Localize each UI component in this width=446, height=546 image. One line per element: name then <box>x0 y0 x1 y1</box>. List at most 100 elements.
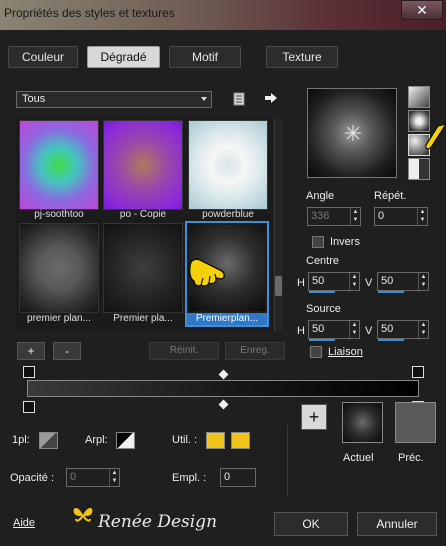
location-field[interactable]: 0 <box>220 468 256 487</box>
tab-texture[interactable]: Texture <box>266 46 338 68</box>
repeat-label: Répét. <box>374 190 407 202</box>
gradient-label: Premier pla... <box>113 313 173 324</box>
source-label: Source <box>306 303 341 315</box>
source-h-spinbox[interactable]: 50 ▲ ▼ <box>308 320 360 341</box>
spinner-arrows-icon[interactable]: ▲ ▼ <box>418 321 428 338</box>
source-v-label: V <box>365 325 373 337</box>
butterfly-icon <box>73 508 93 522</box>
center-label: Centre <box>306 255 340 267</box>
midpoint-diamond[interactable] <box>218 399 229 410</box>
gradient-thumb-premier-plan-1[interactable] <box>19 223 99 313</box>
ok-button[interactable]: OK <box>274 512 348 536</box>
cancel-button[interactable]: Annuler <box>357 512 437 536</box>
source-h-slider[interactable] <box>309 339 335 341</box>
first-plane-label: 1pl: <box>12 434 30 446</box>
title-bar: Propriétés des styles et textures <box>0 0 446 30</box>
current-swatch[interactable] <box>342 402 383 443</box>
angle-spinbox[interactable]: 336 ▲ ▼ <box>307 207 361 226</box>
center-v-slider[interactable] <box>378 291 404 293</box>
center-h-label: H <box>297 277 305 289</box>
center-v-value: 50 <box>381 275 394 287</box>
source-v-value: 50 <box>381 323 394 335</box>
gradient-label: pj-soothtoo <box>34 209 84 220</box>
gradient-label: po - Copie <box>119 209 167 220</box>
center-star-icon <box>345 125 361 141</box>
gradient-label-selected: Premierplan... <box>187 313 267 325</box>
add-to-swatches-button[interactable]: + <box>301 404 327 430</box>
save-button[interactable]: Enreg. <box>225 342 285 360</box>
center-h-spinbox[interactable]: 50 ▲ ▼ <box>308 272 360 293</box>
library-menu-icon[interactable] <box>233 92 245 106</box>
style-radial-button[interactable] <box>408 158 430 180</box>
style-linear-button[interactable] <box>408 86 430 108</box>
start-stop-top-marker[interactable] <box>23 366 35 378</box>
reset-button[interactable]: Réinit. <box>149 342 219 360</box>
source-h-value: 50 <box>312 323 325 335</box>
user-color-swatch-2[interactable] <box>231 432 250 449</box>
end-stop-top-marker[interactable] <box>412 366 424 378</box>
gradient-thumb-pj-soothtoo[interactable] <box>19 120 99 210</box>
spinner-arrows-icon[interactable]: ▲ ▼ <box>349 273 359 290</box>
library-scroll-thumb[interactable] <box>275 276 282 296</box>
spinner-arrows-icon[interactable]: ▲ ▼ <box>350 208 360 225</box>
previous-swatch[interactable] <box>395 402 436 443</box>
opacity-label: Opacité : <box>10 472 55 484</box>
source-h-label: H <box>297 325 305 337</box>
angle-value: 336 <box>311 210 330 222</box>
location-label: Empl. : <box>172 472 207 484</box>
add-gradient-button[interactable]: + <box>17 342 45 360</box>
invert-label: Invers <box>330 236 360 248</box>
spinner-arrows-icon[interactable]: ▲ ▼ <box>349 321 359 338</box>
chevron-down-icon <box>201 97 207 101</box>
start-stop-marker[interactable] <box>23 401 35 413</box>
gradient-label: powderblue <box>202 209 254 220</box>
background-swatch[interactable] <box>116 432 135 449</box>
tab-motif[interactable]: Motif <box>169 46 241 68</box>
backplane-label: Arpl: <box>85 434 108 446</box>
spinner-arrows-icon[interactable]: ▲ ▼ <box>417 208 427 225</box>
repeat-value: 0 <box>378 210 385 222</box>
opacity-spinbox[interactable]: 0 ▲ ▼ <box>66 468 120 487</box>
close-button[interactable]: ✕ <box>401 0 443 20</box>
angle-label: Angle <box>306 190 335 202</box>
pointing-hand-icon <box>424 118 446 158</box>
midpoint-top-diamond[interactable] <box>218 369 229 380</box>
pointing-hand-icon <box>186 252 234 292</box>
source-v-spinbox[interactable]: 50 ▲ ▼ <box>377 320 429 341</box>
gradient-thumb-premier-plan-2[interactable] <box>103 223 183 313</box>
tab-couleur[interactable]: Couleur <box>8 46 78 68</box>
foreground-swatch[interactable] <box>39 432 58 449</box>
center-v-label: V <box>365 277 373 289</box>
help-link[interactable]: Aide <box>13 517 35 529</box>
repeat-spinbox[interactable]: 0 ▲ ▼ <box>374 207 428 226</box>
source-v-slider[interactable] <box>378 339 404 341</box>
link-checkbox[interactable] <box>310 346 322 358</box>
opacity-value: 0 <box>70 471 77 483</box>
gradient-preview[interactable] <box>307 88 397 178</box>
spinner-arrows-icon[interactable]: ▲ ▼ <box>109 469 119 486</box>
gradient-editor-bar[interactable] <box>27 380 419 397</box>
spinner-arrows-icon[interactable]: ▲ ▼ <box>418 273 428 290</box>
location-value: 0 <box>224 471 231 483</box>
tab-degrade[interactable]: Dégradé <box>87 46 160 68</box>
user-color-label: Util. : <box>172 434 198 446</box>
center-h-slider[interactable] <box>309 291 335 293</box>
category-dropdown[interactable]: Tous <box>16 91 212 108</box>
user-color-swatch[interactable] <box>206 432 225 449</box>
center-v-spinbox[interactable]: 50 ▲ ▼ <box>377 272 429 293</box>
window-title: Propriétés des styles et textures <box>4 6 175 20</box>
gradient-thumb-po-copie[interactable] <box>103 120 183 210</box>
remove-gradient-button[interactable]: - <box>53 342 81 360</box>
watermark-text: Renée Design <box>98 512 218 532</box>
watermark-logo: Renée Design <box>72 503 242 537</box>
previous-label: Préc. <box>398 452 424 464</box>
gradient-thumb-powderblue[interactable] <box>188 120 268 210</box>
divider <box>287 425 288 497</box>
invert-checkbox[interactable] <box>312 236 324 248</box>
category-dropdown-value: Tous <box>22 93 46 105</box>
link-label: Liaison <box>328 346 363 358</box>
center-h-value: 50 <box>312 275 325 287</box>
arrow-right-icon[interactable] <box>264 92 278 104</box>
library-scrollbar[interactable] <box>274 119 283 331</box>
current-label: Actuel <box>343 452 374 464</box>
